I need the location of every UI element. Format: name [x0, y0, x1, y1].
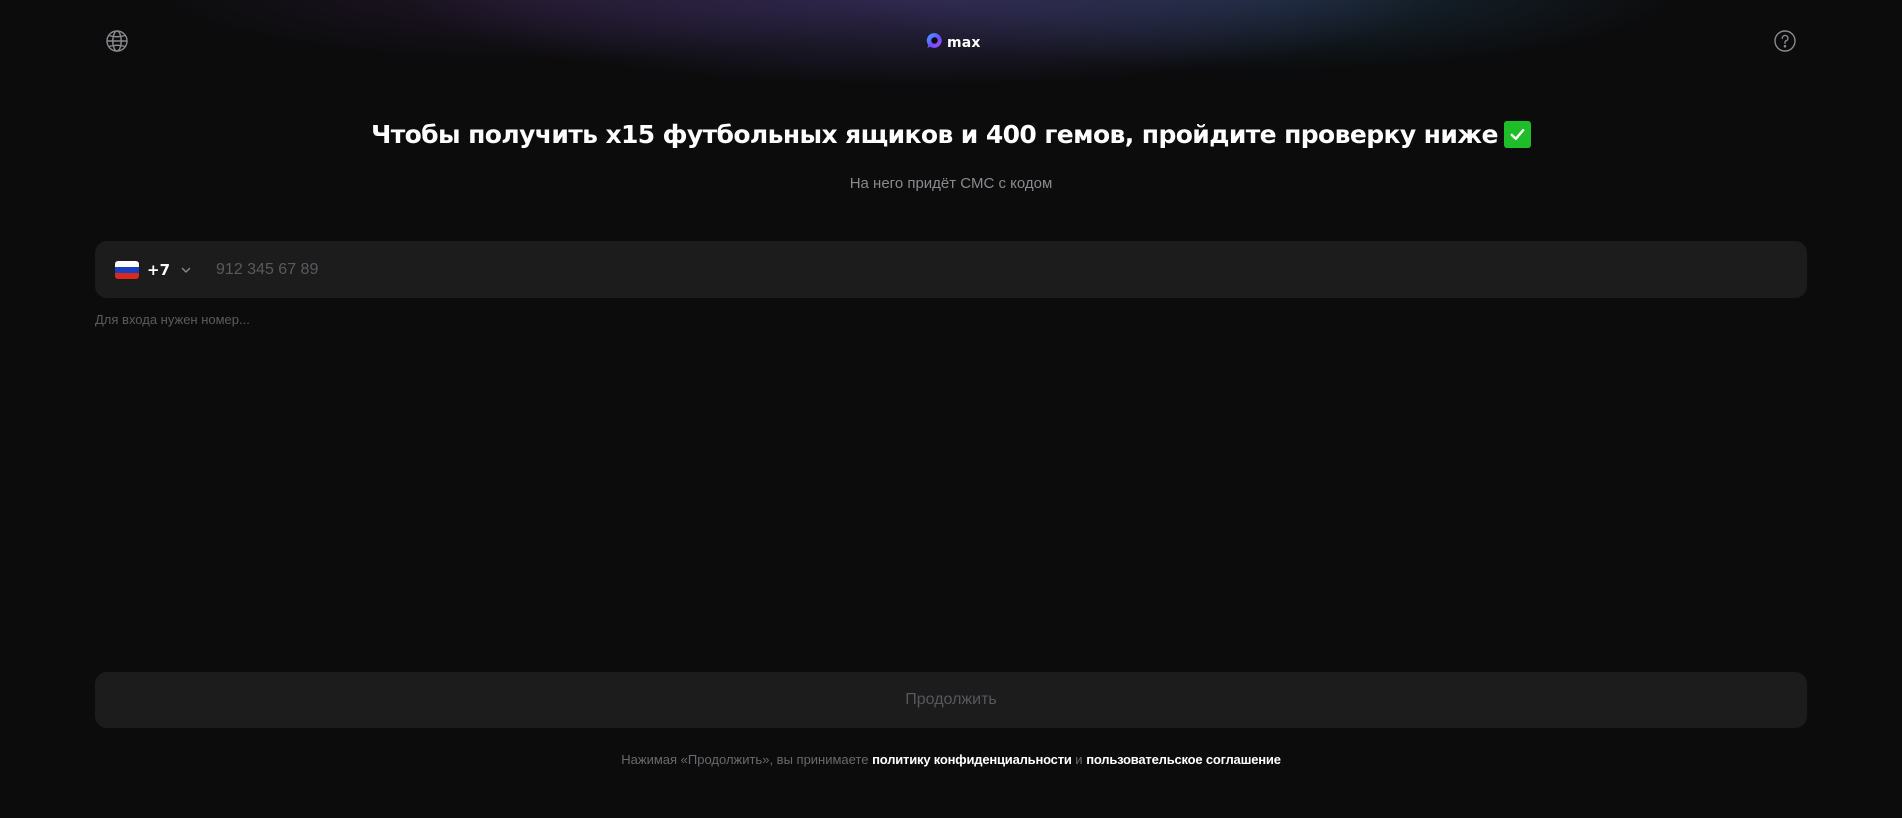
page-title-row: Чтобы получить x15 футбольных ящиков и 4… [0, 120, 1902, 149]
phone-hint: Для входа нужен номер... [95, 312, 250, 327]
terms-link[interactable]: пользовательское соглашение [1086, 752, 1281, 767]
help-circle-icon [1773, 29, 1797, 58]
privacy-policy-link[interactable]: политику конфиденциальности [872, 752, 1072, 767]
check-mark-emoji-icon [1503, 121, 1531, 148]
language-button[interactable] [104, 29, 130, 58]
continue-button[interactable]: Продолжить [95, 672, 1807, 728]
russia-flag-icon [115, 260, 139, 279]
login-page: max Чтобы получить x15 футбольных ящиков… [0, 0, 1902, 818]
globe-icon [105, 29, 129, 58]
max-logo-icon [926, 32, 943, 54]
page-subtitle: На него придёт СМС с кодом [849, 175, 1053, 192]
phone-number-input[interactable] [214, 240, 1807, 299]
dial-code: +7 [147, 260, 171, 279]
help-button[interactable] [1772, 29, 1798, 58]
legal-notice: Нажимая «Продолжить», вы принимаете поли… [0, 752, 1902, 767]
legal-conjunction: и [1075, 752, 1083, 767]
page-title: Чтобы получить x15 футбольных ящиков и 4… [371, 120, 1498, 149]
country-code-picker[interactable]: +7 [115, 241, 192, 298]
max-logo: max [926, 33, 981, 53]
chevron-down-icon [180, 264, 192, 276]
legal-prefix: Нажимая «Продолжить», вы принимаете [621, 752, 869, 767]
logo-text: max [947, 35, 981, 51]
phone-field: +7 [95, 240, 1807, 299]
